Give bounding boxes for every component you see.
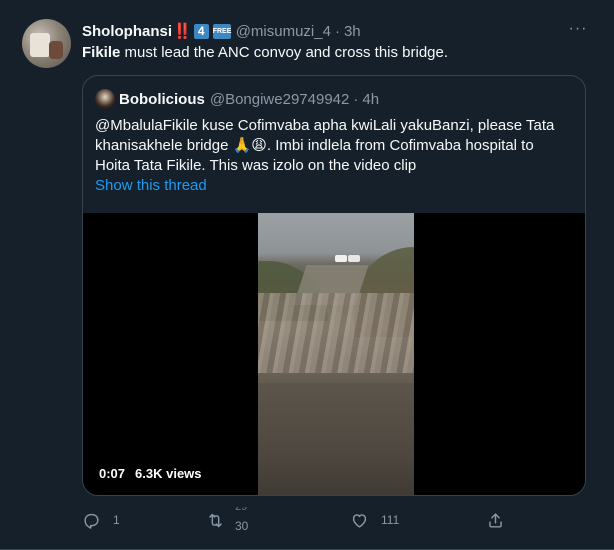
video-frame xyxy=(258,213,414,495)
heart-icon xyxy=(352,513,367,528)
video-scenery xyxy=(348,255,360,262)
video-player[interactable]: 0:07 6.3K views xyxy=(83,213,585,495)
tweet-text-bold: Fikile xyxy=(82,44,121,61)
quoted-author-name[interactable]: Bobolicious xyxy=(119,91,205,108)
quoted-tweet-text: @MbalulaFikile kuse Cofimvaba apha kwiLa… xyxy=(95,117,555,174)
tweet-text: Fikile must lead the ANC convoy and cros… xyxy=(82,44,448,61)
video-scenery xyxy=(335,255,347,262)
double-exclamation-emoji: ‼️ xyxy=(173,23,192,40)
video-stats: 0:07 6.3K views xyxy=(99,466,202,481)
tweet-timestamp[interactable]: 3h xyxy=(344,23,361,40)
video-views: 6.3K views xyxy=(135,466,202,481)
quoted-tweet-header: Bobolicious @Bongiwe29749942 · 4h xyxy=(119,88,379,110)
tweet-text-rest: must lead the ANC convoy and cross this … xyxy=(120,44,449,61)
author-avatar[interactable] xyxy=(22,19,71,68)
author-name[interactable]: Sholophansi xyxy=(82,23,172,40)
keycap-four-emoji: 4 xyxy=(193,23,209,39)
separator-dot: · xyxy=(334,22,340,40)
share-icon xyxy=(489,512,502,528)
like-button[interactable]: 111 xyxy=(350,507,399,533)
free-button-emoji: FREE xyxy=(212,23,231,39)
reply-count: 1 xyxy=(113,513,120,527)
like-count: 111 xyxy=(381,513,400,527)
quoted-author-handle[interactable]: @Bongiwe29749942 xyxy=(210,91,350,108)
quoted-tweet[interactable]: Bobolicious @Bongiwe29749942 · 4h @Mbalu… xyxy=(82,75,586,496)
retweet-button[interactable]: 29 30 xyxy=(206,507,259,533)
retweet-count-previous: 29 xyxy=(235,507,248,513)
share-button[interactable] xyxy=(486,507,505,533)
retweet-count-current: 30 xyxy=(235,519,249,533)
author-handle[interactable]: @misumuzi_4 xyxy=(236,23,331,40)
retweet-icon xyxy=(209,513,222,527)
separator-dot: · xyxy=(353,90,359,108)
more-options-icon[interactable]: ··· xyxy=(568,21,588,42)
quoted-tweet-timestamp[interactable]: 4h xyxy=(362,91,379,108)
quoted-author-avatar[interactable] xyxy=(95,89,115,109)
avatar-shape xyxy=(49,41,63,59)
show-thread-link[interactable]: Show this thread xyxy=(95,177,207,194)
reply-icon xyxy=(84,513,99,529)
reply-button[interactable]: 1 xyxy=(82,507,120,533)
video-scenery xyxy=(258,383,414,495)
tweet-header: Sholophansi ‼️ 4 FREE @misumuzi_4 · 3h xyxy=(82,20,361,42)
video-timestamp: 0:07 xyxy=(99,466,126,481)
retweet-count: 29 30 xyxy=(235,507,259,533)
tweet-actions: 1 29 30 111 xyxy=(82,507,512,533)
avatar-shape xyxy=(30,33,50,57)
video-scenery xyxy=(258,293,414,373)
tweet[interactable]: Sholophansi ‼️ 4 FREE @misumuzi_4 · 3h ·… xyxy=(0,0,614,550)
